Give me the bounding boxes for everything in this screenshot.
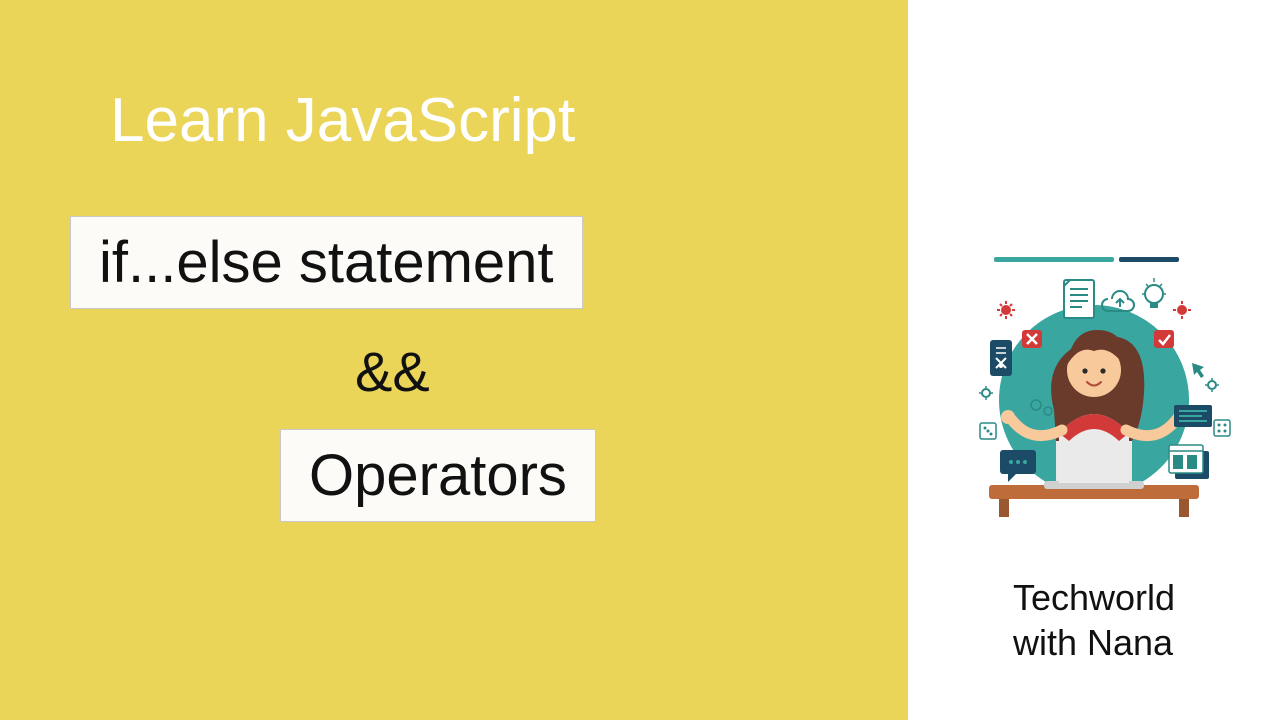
right-panel: Techworld with Nana: [908, 0, 1280, 720]
brand-line-2: with Nana: [1013, 622, 1173, 663]
ampersand-text: &&: [355, 339, 868, 404]
brand-name: Techworld with Nana: [1013, 575, 1175, 665]
topic-pill-if-else: if...else statement: [70, 216, 583, 309]
brand-line-1: Techworld: [1013, 577, 1175, 618]
illustration: [944, 255, 1244, 535]
topic-pill-operators: Operators: [280, 429, 596, 522]
main-heading: Learn JavaScript: [110, 85, 868, 156]
left-panel: Learn JavaScript if...else statement && …: [0, 0, 908, 720]
